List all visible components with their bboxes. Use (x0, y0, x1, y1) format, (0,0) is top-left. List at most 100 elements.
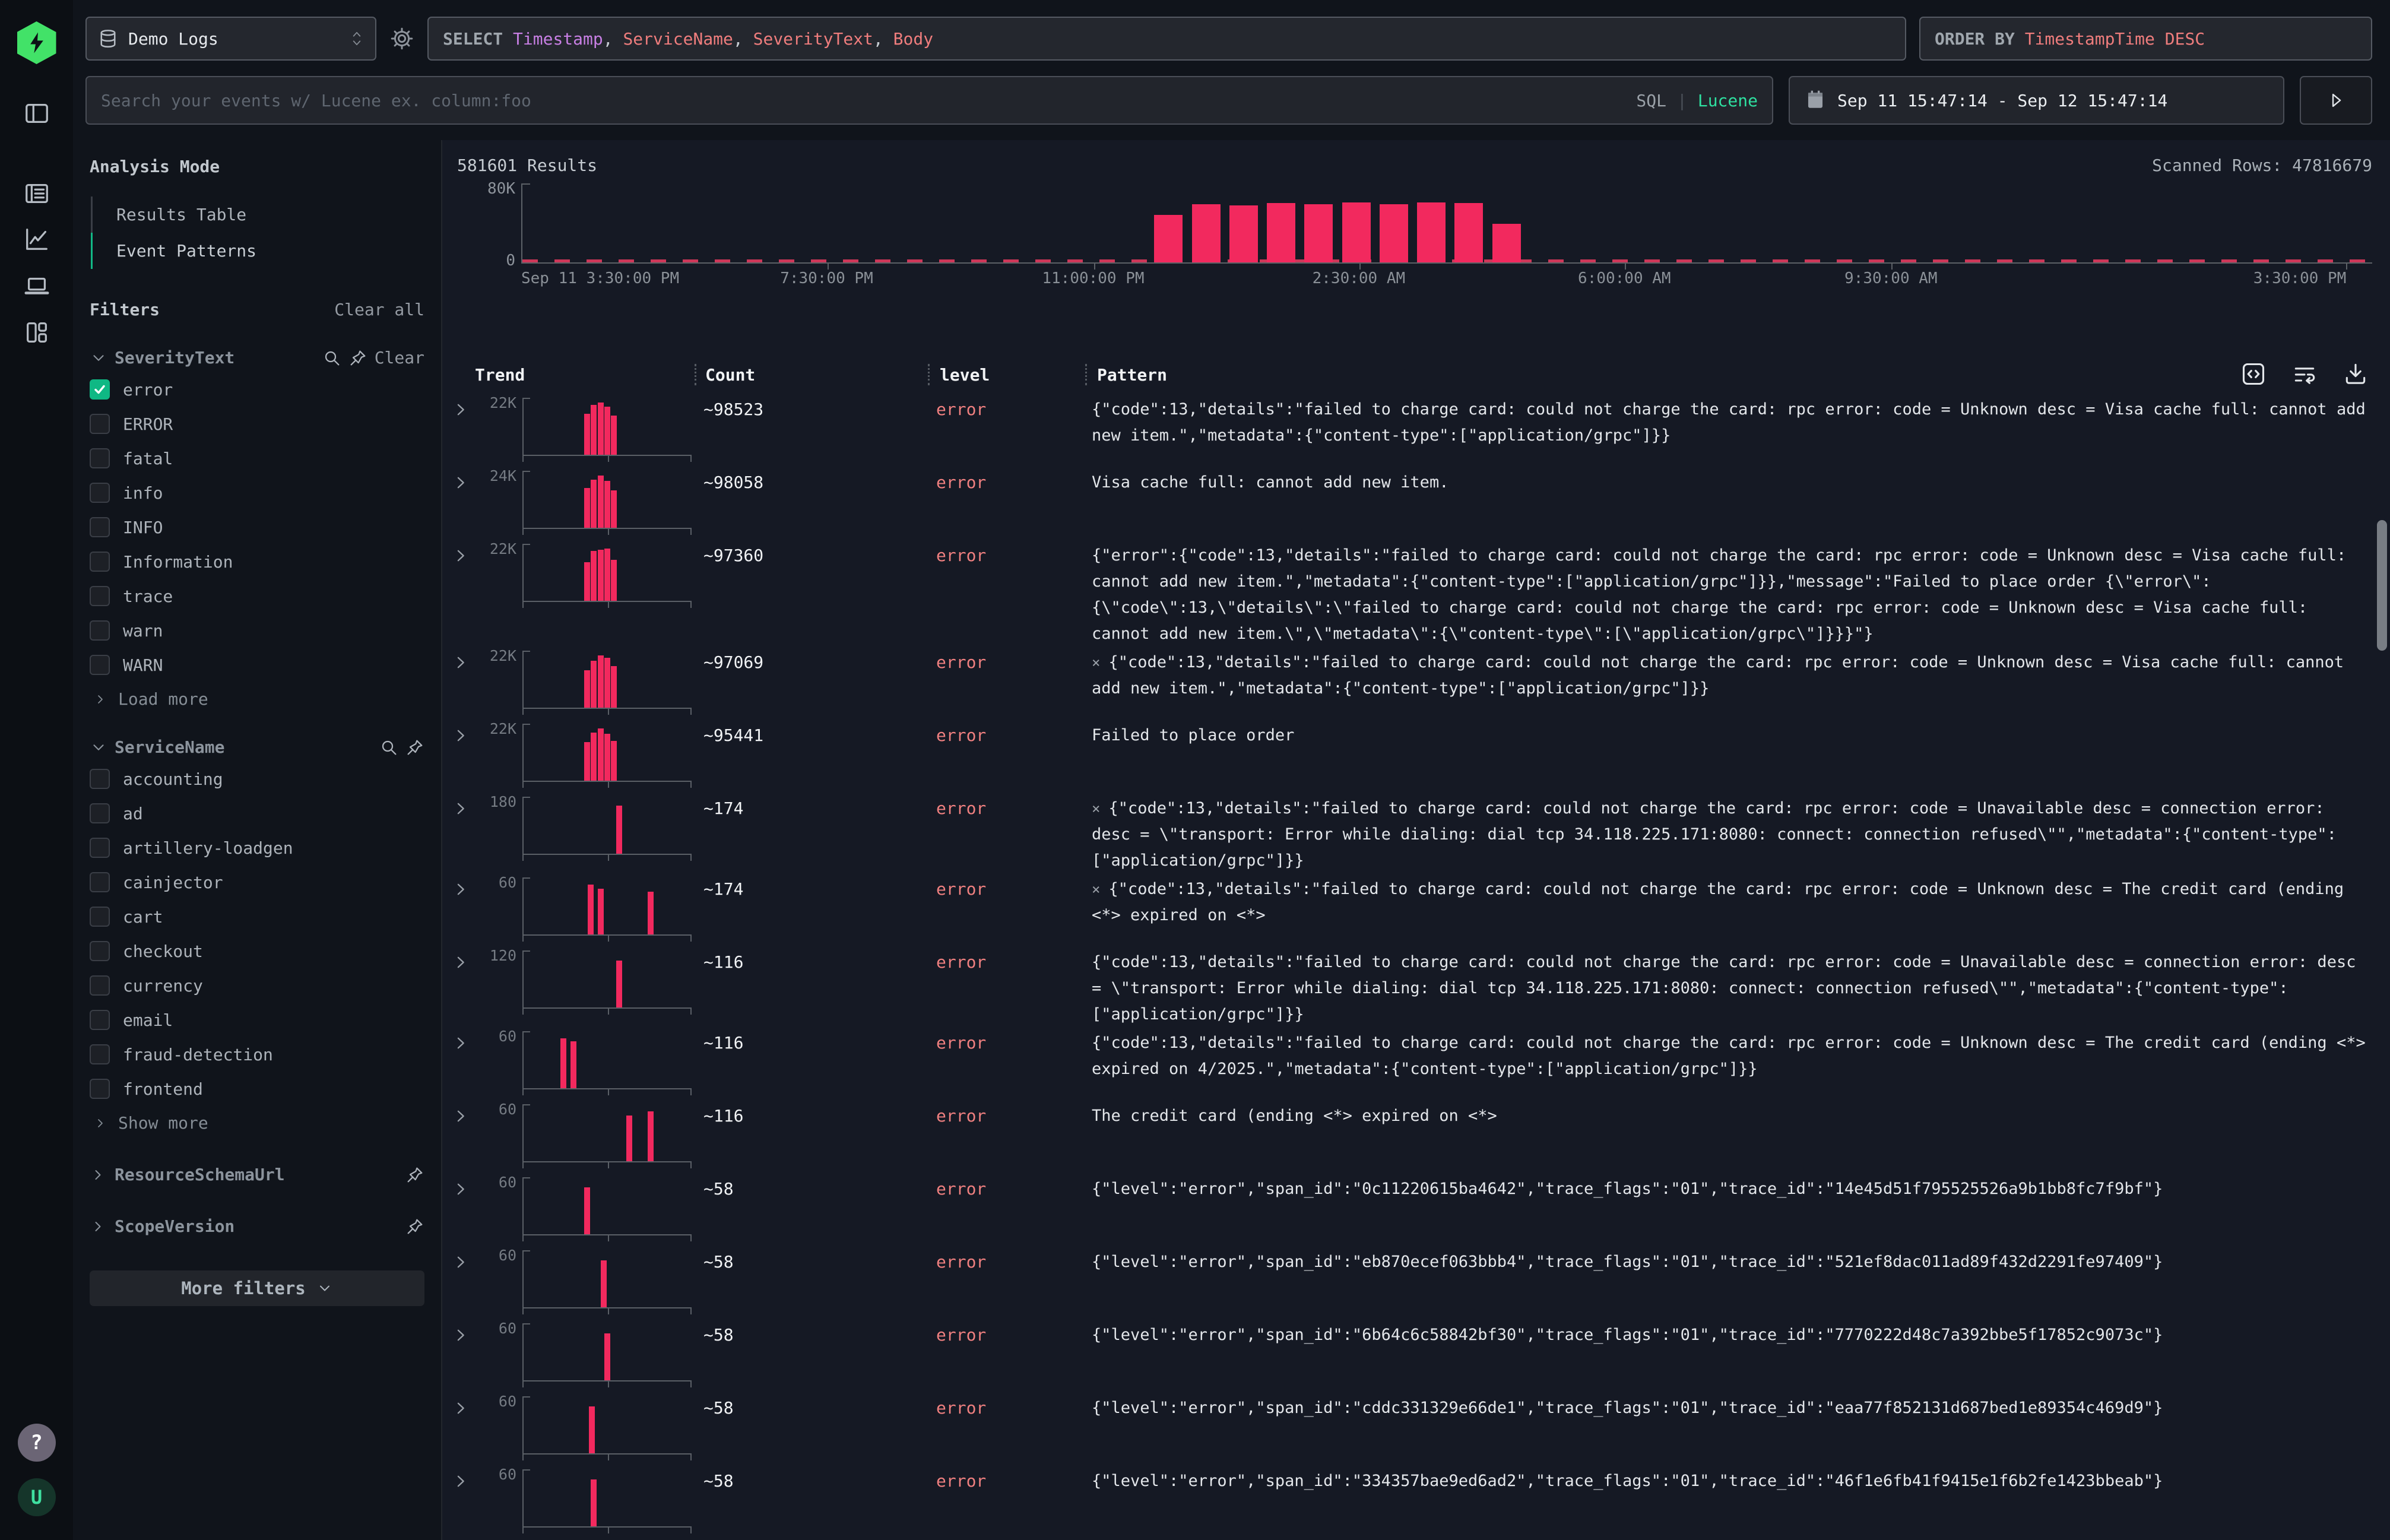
expand-row-chevron-icon[interactable] (452, 474, 474, 529)
histogram-bar[interactable] (1454, 203, 1483, 262)
order-by-input[interactable]: ORDER BY TimestampTime DESC (1919, 17, 2372, 61)
pattern-text[interactable]: {"level":"error","span_id":"cddc331329e6… (1092, 1399, 2163, 1417)
filter-option[interactable]: accounting (90, 764, 424, 794)
checkbox[interactable] (90, 586, 110, 606)
severitytext-section-name[interactable]: SeverityText (115, 348, 315, 367)
checkbox[interactable] (90, 941, 110, 961)
logs-icon[interactable] (23, 180, 50, 207)
search-input[interactable]: Search your events w/ Lucene ex. column:… (85, 76, 1773, 125)
service-show-more[interactable]: Show more (93, 1113, 424, 1133)
expand-row-chevron-icon[interactable] (452, 1254, 474, 1308)
clear-all-button[interactable]: Clear all (334, 300, 424, 319)
table-row[interactable]: 180 ~174 error ×{"code":13,"details":"fa… (442, 794, 2390, 875)
histogram-bar[interactable] (1192, 204, 1221, 262)
expand-row-chevron-icon[interactable] (452, 547, 474, 602)
chart-line-icon[interactable] (23, 226, 50, 253)
pattern-text[interactable]: {"level":"error","span_id":"0c11220615ba… (1092, 1180, 2163, 1198)
checkbox[interactable] (90, 517, 110, 537)
column-header-count[interactable]: Count (696, 363, 928, 386)
expand-row-chevron-icon[interactable] (452, 1327, 474, 1381)
table-row[interactable]: 60 ~116 error ×{"code":13,"details":"fai… (442, 1029, 2390, 1102)
filter-option[interactable]: fatal (90, 443, 424, 473)
filter-option[interactable]: cainjector (90, 867, 424, 897)
chevron-right-icon[interactable] (90, 1167, 106, 1183)
pattern-text[interactable]: Visa cache full: cannot add new item. (1092, 473, 1448, 492)
table-row[interactable]: 60 ~58 error ×{"level":"error","span_id"… (442, 1175, 2390, 1248)
checkbox[interactable] (90, 552, 110, 572)
pattern-text[interactable]: {"code":13,"details":"failed to charge c… (1092, 400, 2366, 445)
column-header-pattern[interactable]: Pattern (1087, 363, 2390, 386)
pattern-text[interactable]: {"code":13,"details":"failed to charge c… (1092, 799, 2337, 870)
table-row[interactable]: 60 ~58 error ×{"level":"error","span_id"… (442, 1248, 2390, 1321)
table-row[interactable]: 60 ~58 error ×{"level":"error","span_id"… (442, 1467, 2390, 1540)
table-row[interactable]: 22K ~95441 error ×Failed to place order (442, 721, 2390, 794)
exclude-x-icon[interactable]: × (1092, 654, 1100, 671)
table-row[interactable]: 22K ~97360 error ×{"error":{"code":13,"d… (442, 541, 2390, 648)
column-header-trend[interactable]: Trend (442, 363, 695, 386)
vertical-scrollbar[interactable] (2377, 520, 2387, 651)
column-header-level[interactable]: level (930, 363, 1085, 386)
pin-icon[interactable] (348, 348, 367, 367)
filter-option[interactable]: error (90, 375, 424, 404)
filter-option[interactable]: INFO (90, 512, 424, 542)
filter-option[interactable]: cart (90, 902, 424, 931)
pattern-text[interactable]: {"level":"error","span_id":"6b64c6c58842… (1092, 1326, 2163, 1344)
filter-option[interactable]: trace (90, 581, 424, 611)
checkbox[interactable] (90, 838, 110, 858)
resourceschemaurl-name[interactable]: ResourceSchemaUrl (115, 1165, 397, 1184)
filter-option[interactable]: currency (90, 971, 424, 1000)
dashboard-icon[interactable] (23, 319, 50, 346)
table-row[interactable]: 22K ~97069 error ×{"code":13,"details":"… (442, 648, 2390, 721)
pin-icon[interactable] (405, 1165, 424, 1184)
filter-option[interactable]: fraud-detection (90, 1040, 424, 1069)
checkbox[interactable] (90, 483, 110, 503)
filter-option[interactable]: WARN (90, 650, 424, 680)
filter-option[interactable]: ERROR (90, 409, 424, 439)
checkbox[interactable] (90, 379, 110, 400)
checkbox[interactable] (90, 1079, 110, 1099)
chevron-down-icon[interactable] (90, 739, 107, 756)
filter-option[interactable]: email (90, 1005, 424, 1035)
time-range-picker[interactable]: Sep 11 15:47:14 - Sep 12 15:47:14 (1789, 76, 2284, 125)
histogram-bar[interactable] (1267, 203, 1295, 262)
run-query-button[interactable] (2300, 76, 2372, 125)
scopeversion-name[interactable]: ScopeVersion (115, 1216, 397, 1236)
filter-option[interactable]: Information (90, 547, 424, 576)
filter-option[interactable]: info (90, 478, 424, 508)
download-icon[interactable] (2343, 361, 2369, 387)
pin-icon[interactable] (405, 738, 424, 757)
expand-row-chevron-icon[interactable] (452, 1108, 474, 1162)
expand-row-chevron-icon[interactable] (452, 1181, 474, 1235)
panel-left-icon[interactable] (23, 100, 50, 127)
table-row[interactable]: 22K ~98523 error ×{"code":13,"details":"… (442, 395, 2390, 468)
user-avatar[interactable]: U (18, 1478, 56, 1516)
checkbox[interactable] (90, 803, 110, 823)
pin-icon[interactable] (405, 1217, 424, 1236)
project-selector[interactable]: Demo Logs (85, 17, 376, 61)
filter-option[interactable]: frontend (90, 1074, 424, 1104)
mode-sql[interactable]: SQL (1636, 91, 1666, 110)
histogram-bar[interactable] (1417, 202, 1446, 262)
expand-row-chevron-icon[interactable] (452, 654, 474, 709)
histogram-bar[interactable] (1304, 204, 1333, 262)
pattern-text[interactable]: {"level":"error","span_id":"eb870ecef063… (1092, 1253, 2163, 1271)
checkbox[interactable] (90, 1044, 110, 1064)
select-query-input[interactable]: SELECT Timestamp, ServiceName, SeverityT… (427, 17, 1906, 61)
expand-row-chevron-icon[interactable] (452, 727, 474, 782)
analysis-mode-item[interactable]: Results Table (91, 197, 424, 233)
table-row[interactable]: 60 ~174 error ×{"code":13,"details":"fai… (442, 875, 2390, 948)
mode-lucene[interactable]: Lucene (1698, 91, 1758, 110)
pattern-text[interactable]: The credit card (ending <*> expired on <… (1092, 1107, 1497, 1125)
exclude-x-icon[interactable]: × (1092, 881, 1100, 898)
checkbox[interactable] (90, 872, 110, 892)
histogram-bar[interactable] (1492, 224, 1521, 262)
checkbox[interactable] (90, 620, 110, 641)
expand-row-chevron-icon[interactable] (452, 1473, 474, 1528)
expand-row-chevron-icon[interactable] (452, 1400, 474, 1455)
checkbox[interactable] (90, 448, 110, 468)
more-filters-button[interactable]: More filters (90, 1270, 424, 1306)
table-row[interactable]: 60 ~58 error ×{"level":"error","span_id"… (442, 1321, 2390, 1394)
gear-icon[interactable] (389, 26, 414, 51)
pattern-text[interactable]: {"code":13,"details":"failed to charge c… (1092, 653, 2344, 698)
pattern-text[interactable]: {"level":"error","span_id":"334357bae9ed… (1092, 1472, 2163, 1490)
